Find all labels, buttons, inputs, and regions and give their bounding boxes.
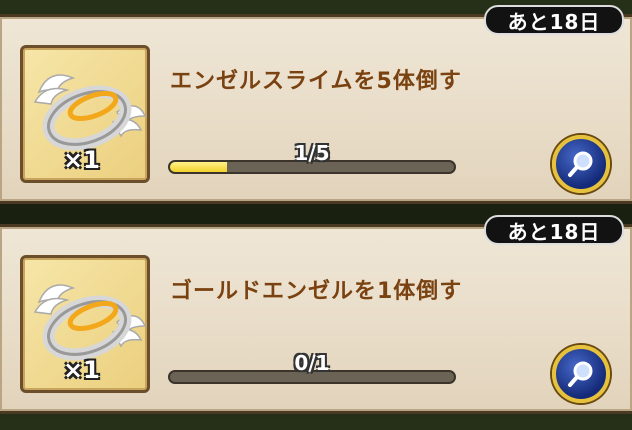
search-button[interactable] xyxy=(552,135,610,193)
magnifier-icon xyxy=(568,151,593,177)
search-button[interactable] xyxy=(552,345,610,403)
days-left-badge: あと18日 xyxy=(484,5,624,35)
quest-card: あと18日 ×1 ゴールドエンゼルを1体倒す 0/1 xyxy=(0,215,632,414)
reward-quantity: ×1 xyxy=(63,146,100,174)
quest-title: ゴールドエンゼルを1体倒す xyxy=(170,279,463,304)
magnifier-icon xyxy=(568,361,593,387)
reward-item: ×1 xyxy=(20,255,150,393)
quest-title: エンゼルスライムを5体倒す xyxy=(170,69,462,94)
reward-quantity: ×1 xyxy=(63,356,100,384)
progress-text: 0/1 xyxy=(294,351,330,375)
angel-ring-icon xyxy=(33,74,147,151)
reward-item: ×1 xyxy=(20,45,150,183)
progress-text: 1/5 xyxy=(294,141,330,165)
quest-card: あと18日 ×1 エンゼルスライムを5体倒す 1/5 xyxy=(0,5,632,204)
days-left-badge: あと18日 xyxy=(484,215,624,245)
angel-ring-icon xyxy=(33,284,147,361)
quest-list: あと18日 ×1 エンゼルスライムを5体倒す 1/5 あと18日 ×1 ゴールド… xyxy=(0,0,632,430)
